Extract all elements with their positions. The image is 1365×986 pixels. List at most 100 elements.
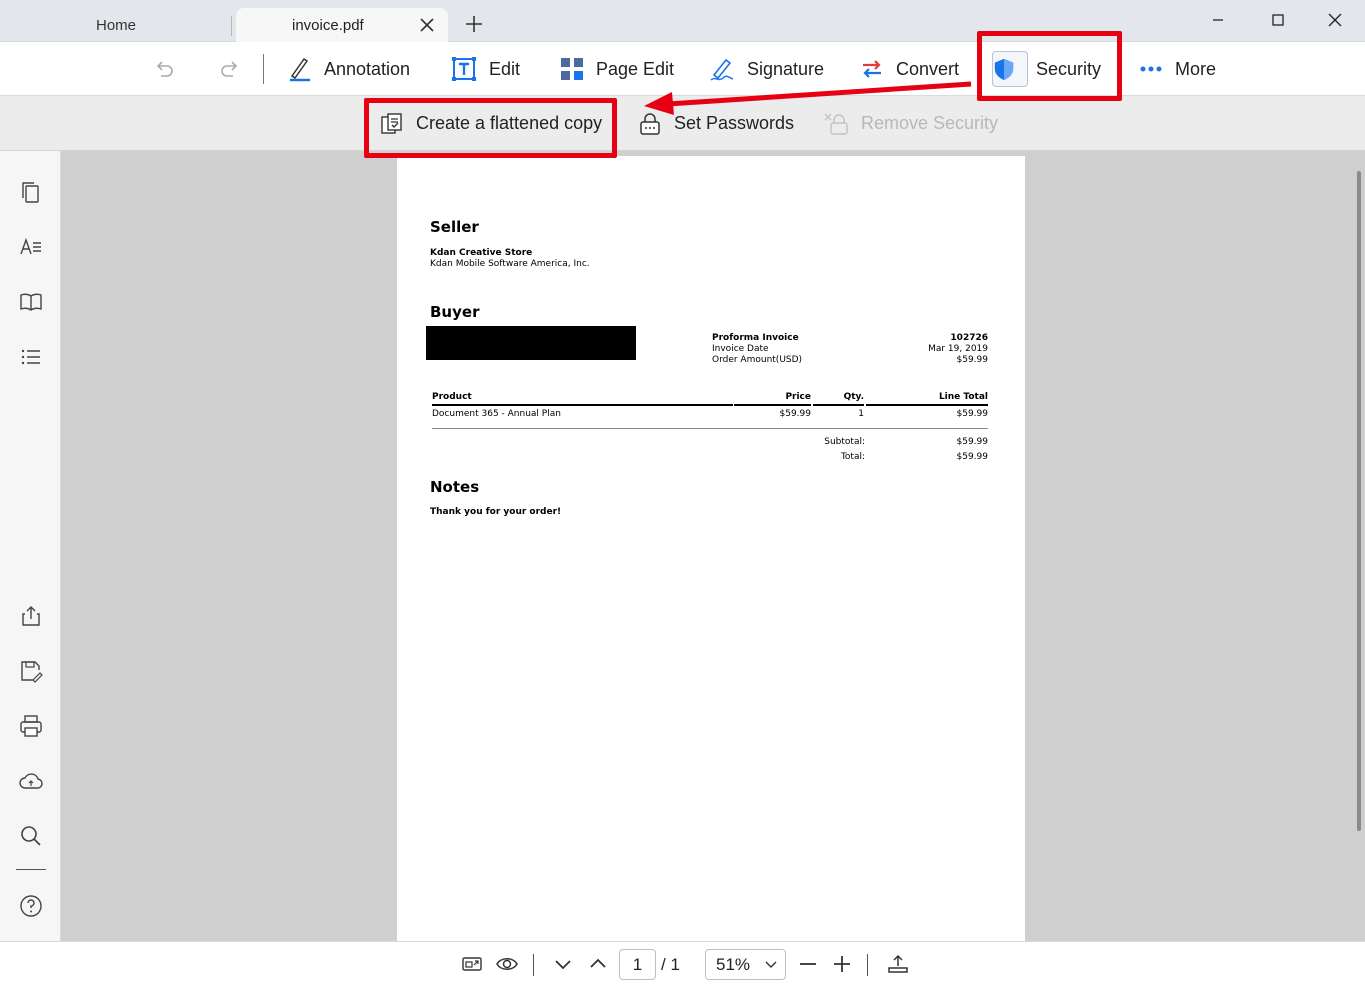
table-cell-price: $59.99 bbox=[779, 409, 812, 419]
table-cell-qty: 1 bbox=[858, 409, 864, 419]
table-header-rule bbox=[432, 404, 733, 406]
zoom-value: 51% bbox=[716, 955, 751, 974]
share-icon[interactable] bbox=[19, 604, 43, 628]
signature-label: Signature bbox=[747, 58, 825, 79]
list-icon[interactable] bbox=[19, 345, 43, 369]
chevron-up-icon[interactable] bbox=[587, 953, 609, 975]
notes-heading: Notes bbox=[430, 478, 480, 496]
more-dots-icon bbox=[1140, 66, 1162, 72]
edit-button[interactable]: Edit bbox=[451, 42, 520, 96]
text-outline-icon[interactable] bbox=[19, 235, 43, 259]
grid-icon bbox=[561, 58, 583, 80]
table-header-rule bbox=[866, 404, 988, 406]
table-header-rule bbox=[734, 404, 811, 406]
close-tab-icon[interactable] bbox=[418, 16, 436, 34]
maximize-icon[interactable] bbox=[1268, 10, 1288, 30]
tab-invoice[interactable]: invoice.pdf bbox=[236, 8, 448, 42]
order-amount-label: Order Amount(USD) bbox=[712, 355, 803, 365]
order-amount-value: $59.99 bbox=[956, 355, 989, 365]
fit-page-icon[interactable] bbox=[461, 953, 483, 975]
bottom-divider bbox=[533, 954, 534, 976]
annotation-label: Annotation bbox=[324, 58, 411, 79]
notes-text: Thank you for your order! bbox=[430, 507, 562, 517]
invoice-date-value: Mar 19, 2019 bbox=[928, 344, 988, 354]
chevron-down-icon[interactable] bbox=[552, 953, 574, 975]
invoice-date-label: Invoice Date bbox=[712, 344, 769, 354]
seller-heading: Seller bbox=[430, 218, 479, 236]
remove-security-label: Remove Security bbox=[861, 113, 999, 133]
table-row-rule bbox=[432, 428, 988, 429]
seller-company: Kdan Mobile Software America, Inc. bbox=[430, 259, 590, 269]
text-edit-icon bbox=[452, 57, 476, 81]
sidebar-divider bbox=[16, 869, 46, 870]
eye-icon[interactable] bbox=[496, 953, 518, 975]
title-bar: Home invoice.pdf bbox=[0, 0, 1365, 42]
thumbnails-icon[interactable] bbox=[19, 180, 43, 204]
convert-arrows-icon bbox=[863, 60, 881, 78]
table-header-total: Line Total bbox=[938, 392, 988, 402]
set-passwords-label: Set Passwords bbox=[674, 113, 795, 133]
proforma-value: 102726 bbox=[950, 333, 988, 343]
annotation-button[interactable]: Annotation bbox=[288, 42, 410, 96]
convert-label: Convert bbox=[896, 58, 960, 79]
bookmark-book-icon[interactable] bbox=[19, 290, 43, 314]
redacted-buyer-block bbox=[426, 326, 636, 360]
remove-lock-icon bbox=[824, 113, 848, 135]
zoom-select[interactable]: 51% bbox=[705, 949, 786, 980]
security-toolbar: Create a flattened copy Set Passwords Re… bbox=[0, 96, 1365, 151]
left-sidebar bbox=[0, 151, 61, 986]
save-edit-icon[interactable] bbox=[19, 659, 43, 683]
set-passwords-button[interactable]: Set Passwords bbox=[638, 96, 794, 151]
vertical-scrollbar[interactable] bbox=[1357, 171, 1361, 831]
tab-invoice-label: invoice.pdf bbox=[292, 16, 364, 34]
scroll-to-top-icon[interactable] bbox=[887, 953, 909, 975]
more-label: More bbox=[1175, 58, 1217, 79]
table-cell-product: Document 365 - Annual Plan bbox=[432, 409, 561, 419]
minimize-icon[interactable] bbox=[1208, 10, 1228, 30]
bottom-divider bbox=[867, 954, 868, 976]
tab-home-label: Home bbox=[95, 16, 136, 34]
proforma-label: Proforma Invoice bbox=[712, 333, 799, 343]
buyer-heading: Buyer bbox=[430, 303, 480, 321]
toolbar-divider bbox=[263, 54, 264, 84]
table-header-rule bbox=[813, 404, 864, 406]
security-highlight-box bbox=[977, 31, 1122, 101]
flatten-highlight-box bbox=[364, 98, 617, 158]
seller-name: Kdan Creative Store bbox=[430, 248, 533, 258]
page-total-label: / 1 bbox=[661, 955, 680, 974]
search-icon[interactable] bbox=[19, 824, 43, 848]
close-window-icon[interactable] bbox=[1325, 10, 1345, 30]
print-icon[interactable] bbox=[19, 714, 43, 738]
pdf-page: Seller Kdan Creative Store Kdan Mobile S… bbox=[397, 156, 1025, 941]
total-label: Total: bbox=[840, 452, 865, 462]
redo-icon[interactable] bbox=[219, 58, 241, 80]
subtotal-value: $59.99 bbox=[956, 437, 989, 447]
signature-pen-icon bbox=[710, 58, 734, 81]
cloud-icon[interactable] bbox=[19, 769, 43, 793]
main-toolbar: Annotation Edit Page Edit Signature Conv… bbox=[0, 42, 1365, 96]
document-viewer[interactable]: Seller Kdan Creative Store Kdan Mobile S… bbox=[61, 151, 1365, 941]
zoom-out-icon[interactable] bbox=[797, 953, 819, 975]
page-number-input[interactable]: 1 bbox=[619, 949, 656, 980]
undo-icon[interactable] bbox=[153, 58, 175, 80]
subtotal-label: Subtotal: bbox=[824, 437, 865, 447]
table-header-price: Price bbox=[785, 392, 811, 402]
help-icon[interactable] bbox=[19, 894, 43, 918]
tab-home[interactable]: Home bbox=[0, 8, 232, 42]
tab-separator bbox=[231, 16, 232, 36]
zoom-in-icon[interactable] bbox=[831, 953, 853, 975]
more-button[interactable]: More bbox=[1139, 42, 1216, 96]
bottom-bar: 1 / 1 51% bbox=[0, 941, 1365, 986]
table-header-qty: Qty. bbox=[843, 392, 864, 402]
pen-icon bbox=[290, 57, 310, 82]
table-header-product: Product bbox=[432, 392, 472, 402]
remove-security-button[interactable]: Remove Security bbox=[823, 96, 998, 151]
signature-button[interactable]: Signature bbox=[709, 42, 824, 96]
total-value: $59.99 bbox=[956, 452, 989, 462]
new-tab-icon[interactable] bbox=[464, 14, 484, 34]
convert-button[interactable]: Convert bbox=[860, 42, 959, 96]
page-edit-button[interactable]: Page Edit bbox=[560, 42, 674, 96]
lock-icon bbox=[640, 112, 660, 135]
edit-label: Edit bbox=[489, 58, 521, 79]
page-edit-label: Page Edit bbox=[596, 58, 675, 79]
